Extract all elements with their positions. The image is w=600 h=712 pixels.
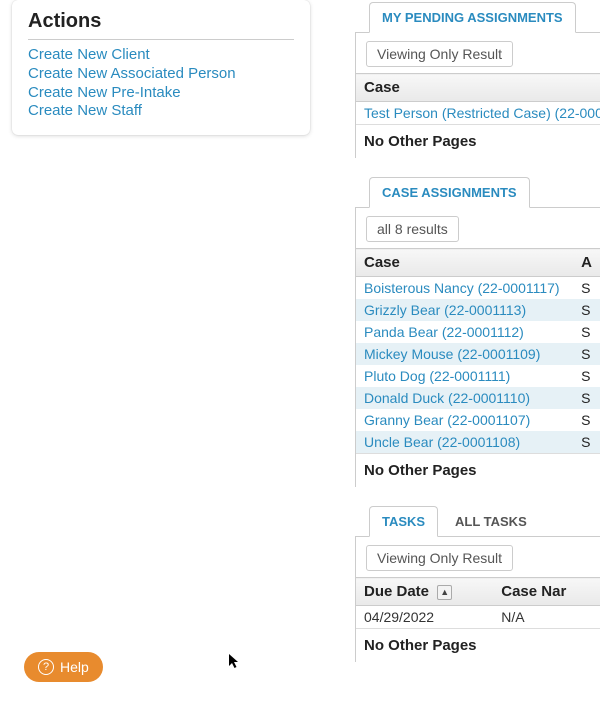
tasks-panel: TASKS ALL TASKS Viewing Only Result Due …	[355, 505, 600, 662]
table-row: Pluto Dog (22-0001111) S	[356, 365, 600, 387]
tab-my-pending-assignments[interactable]: MY PENDING ASSIGNMENTS	[369, 2, 576, 33]
case-second-col: S	[573, 299, 600, 321]
case-link[interactable]: Uncle Bear (22-0001108)	[364, 434, 520, 450]
tasks-col-case[interactable]: Case Nar	[493, 578, 600, 606]
help-icon: ?	[38, 659, 54, 675]
pending-col-case[interactable]: Case	[356, 74, 600, 102]
case-results-button[interactable]: all 8 results	[366, 216, 459, 242]
tasks-results-button[interactable]: Viewing Only Result	[366, 545, 513, 571]
case-second-col: S	[573, 277, 600, 300]
case-link[interactable]: Panda Bear (22-0001112)	[364, 324, 524, 340]
case-assignments-panel: CASE ASSIGNMENTS all 8 results Case A Bo…	[355, 176, 600, 487]
task-case-name: N/A	[493, 606, 600, 629]
tasks-col-due[interactable]: Due Date ▲	[356, 578, 493, 606]
case-col-case[interactable]: Case	[356, 249, 573, 277]
table-row: Panda Bear (22-0001112) S	[356, 321, 600, 343]
table-row: Boisterous Nancy (22-0001117) S	[356, 277, 600, 300]
sort-asc-icon[interactable]: ▲	[437, 585, 452, 600]
table-row: Grizzly Bear (22-0001113) S	[356, 299, 600, 321]
table-row: Donald Duck (22-0001110) S	[356, 387, 600, 409]
case-col-b[interactable]: A	[573, 249, 600, 277]
case-link[interactable]: Pluto Dog (22-0001111)	[364, 368, 510, 384]
case-link[interactable]: Mickey Mouse (22-0001109)	[364, 346, 540, 362]
case-second-col: S	[573, 321, 600, 343]
table-row: Test Person (Restricted Case) (22-000	[356, 102, 600, 125]
case-second-col: S	[573, 431, 600, 453]
create-new-associated-person-link[interactable]: Create New Associated Person	[28, 65, 294, 84]
divider	[28, 39, 294, 40]
col-due-label: Due Date	[364, 583, 429, 600]
actions-card: Actions Create New Client Create New Ass…	[12, 0, 310, 135]
pending-assignments-panel: MY PENDING ASSIGNMENTS Viewing Only Resu…	[355, 1, 600, 158]
tab-case-assignments[interactable]: CASE ASSIGNMENTS	[369, 177, 530, 208]
case-link[interactable]: Donald Duck (22-0001110)	[364, 390, 530, 406]
case-link[interactable]: Boisterous Nancy (22-0001117)	[364, 280, 560, 296]
actions-title: Actions	[28, 10, 294, 33]
case-link[interactable]: Grizzly Bear (22-0001113)	[364, 302, 526, 318]
tasks-footer: No Other Pages	[356, 628, 600, 662]
help-label: Help	[60, 659, 89, 675]
tab-all-tasks[interactable]: ALL TASKS	[442, 506, 540, 537]
pending-footer: No Other Pages	[356, 124, 600, 158]
create-new-staff-link[interactable]: Create New Staff	[28, 102, 294, 121]
table-row: 04/29/2022 N/A	[356, 606, 600, 629]
tab-tasks[interactable]: TASKS	[369, 506, 438, 537]
task-due-date: 04/29/2022	[356, 606, 493, 629]
case-link[interactable]: Granny Bear (22-0001107)	[364, 412, 530, 428]
case-second-col: S	[573, 409, 600, 431]
help-button[interactable]: ? Help	[24, 652, 103, 682]
pending-results-button[interactable]: Viewing Only Result	[366, 41, 513, 67]
table-row: Granny Bear (22-0001107) S	[356, 409, 600, 431]
table-row: Mickey Mouse (22-0001109) S	[356, 343, 600, 365]
pending-case-link[interactable]: Test Person (Restricted Case) (22-000	[364, 105, 600, 121]
case-second-col: S	[573, 365, 600, 387]
case-second-col: S	[573, 343, 600, 365]
case-second-col: S	[573, 387, 600, 409]
create-new-client-link[interactable]: Create New Client	[28, 46, 294, 65]
case-footer: No Other Pages	[356, 453, 600, 487]
table-row: Uncle Bear (22-0001108) S	[356, 431, 600, 453]
create-new-pre-intake-link[interactable]: Create New Pre-Intake	[28, 84, 294, 103]
